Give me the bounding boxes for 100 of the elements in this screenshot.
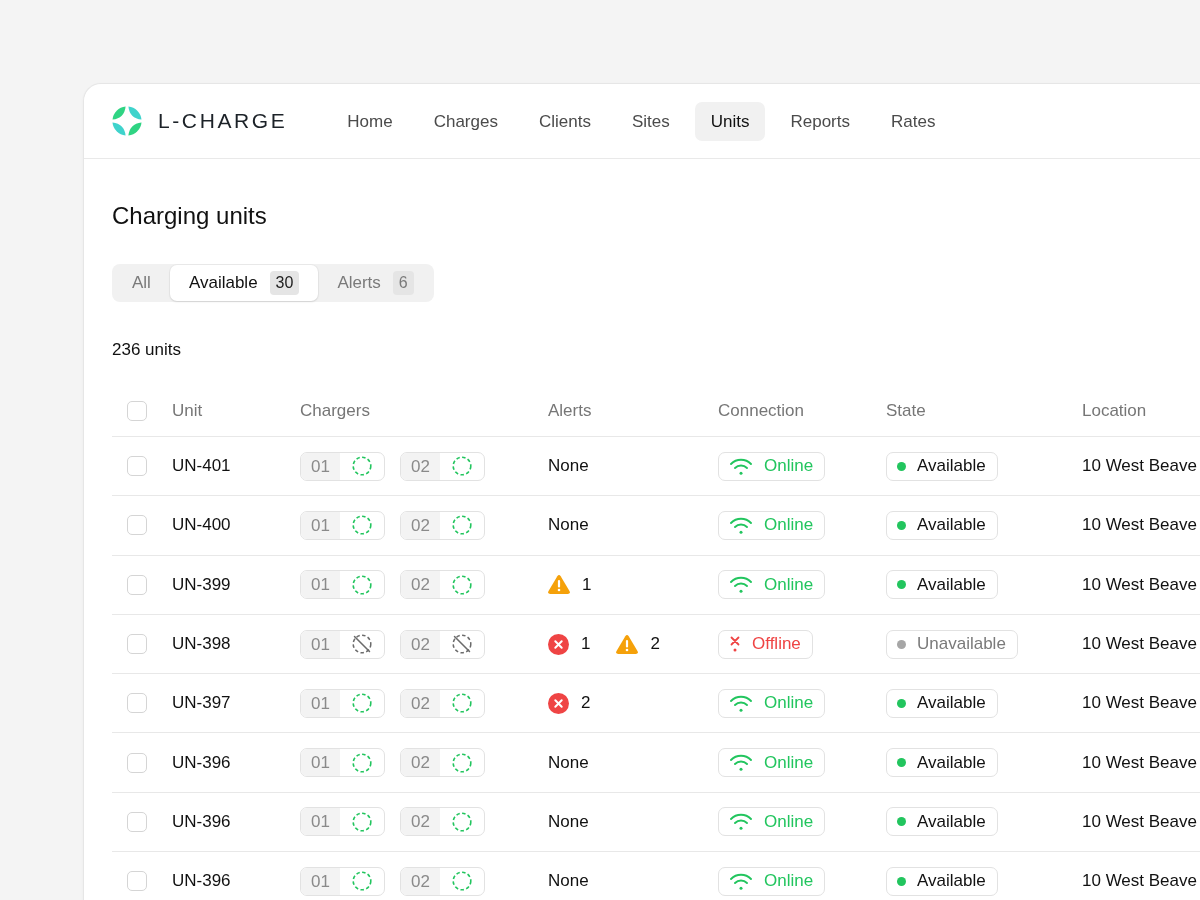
charger-number: 01: [301, 511, 340, 539]
state-label: Available: [917, 515, 986, 536]
error-icon: [548, 633, 569, 655]
alert-count: 2: [581, 693, 591, 714]
wifi-icon: [730, 576, 752, 594]
dashed-circle-icon: [352, 693, 372, 714]
charger-number: 02: [401, 571, 440, 599]
connection-label: Online: [764, 871, 814, 892]
unit-id: UN-396: [172, 811, 231, 832]
connection-label: Online: [764, 574, 814, 595]
dashed-circle-icon: [352, 811, 372, 832]
unit-id: UN-398: [172, 634, 231, 655]
row-checkbox[interactable]: [127, 634, 147, 655]
charger-number: 01: [301, 808, 340, 836]
row-checkbox[interactable]: [127, 515, 147, 536]
unit-id: UN-397: [172, 693, 231, 714]
dashed-circle-icon: [352, 871, 372, 892]
unit-id: UN-399: [172, 574, 231, 595]
warning-icon: [548, 575, 570, 595]
charger-number: 02: [401, 630, 440, 658]
location-text: 10 West Beave: [1082, 693, 1197, 714]
row-checkbox[interactable]: [127, 811, 147, 832]
status-dot-icon: [897, 876, 906, 886]
connection-label: Online: [764, 811, 814, 832]
filter-tab[interactable]: Available 30: [169, 265, 319, 301]
count-badge: 30: [269, 271, 300, 295]
brand-name: L-CHARGE: [158, 109, 288, 133]
crossed-dashed-circle-icon: [452, 634, 472, 655]
alerts-text: None: [548, 811, 589, 832]
charger-number: 02: [401, 511, 440, 539]
status-dot-icon: [897, 758, 906, 768]
connection-label: Online: [764, 456, 814, 477]
column-header: Location: [1082, 401, 1147, 421]
filter-tab[interactable]: All: [113, 265, 170, 301]
unit-id: UN-396: [172, 871, 231, 892]
column-header: Unit: [172, 401, 203, 421]
state-label: Available: [917, 574, 986, 595]
dashed-circle-icon: [452, 456, 472, 477]
dashed-circle-icon: [452, 752, 472, 773]
filter-tab[interactable]: Alerts 6: [318, 265, 433, 301]
charger-number: 02: [401, 808, 440, 836]
location-text: 10 West Beave: [1082, 811, 1197, 832]
column-header: State: [886, 401, 926, 421]
charger-number: 01: [301, 630, 340, 658]
row-checkbox[interactable]: [127, 752, 147, 773]
state-label: Available: [917, 811, 986, 832]
status-dot-icon: [897, 698, 906, 708]
connection-label: Online: [764, 693, 814, 714]
connection-label: Offline: [752, 634, 801, 655]
dashed-circle-icon: [352, 456, 372, 477]
error-icon: [548, 692, 569, 714]
status-dot-icon: [897, 580, 906, 590]
location-text: 10 West Beave: [1082, 871, 1197, 892]
select-all-checkbox[interactable]: [127, 401, 147, 421]
location-text: 10 West Beave: [1082, 515, 1197, 536]
crossed-dashed-circle-icon: [352, 634, 372, 655]
row-checkbox[interactable]: [127, 456, 147, 477]
state-label: Available: [917, 456, 986, 477]
dashed-circle-icon: [352, 752, 372, 773]
charger-number: 02: [401, 452, 440, 480]
dashed-circle-icon: [452, 693, 472, 714]
nav-tab[interactable]: Sites: [615, 101, 686, 141]
warning-icon: [616, 634, 639, 654]
nav-tab[interactable]: Units: [694, 101, 766, 141]
unit-id: UN-396: [172, 752, 231, 773]
nav-tab[interactable]: Charges: [417, 101, 514, 141]
location-text: 10 West Beave: [1082, 456, 1197, 477]
alert-count: 1: [582, 574, 592, 595]
location-text: 10 West Beave: [1082, 752, 1197, 773]
charger-number: 01: [301, 452, 340, 480]
nav-tab[interactable]: Home: [331, 101, 409, 141]
connection-label: Online: [764, 515, 814, 536]
wifi-icon: [730, 872, 752, 890]
dashed-circle-icon: [452, 811, 472, 832]
row-checkbox[interactable]: [127, 693, 147, 714]
wifi-icon: [730, 694, 752, 712]
wifi-icon: [730, 457, 752, 475]
charger-number: 01: [301, 571, 340, 599]
charger-number: 02: [401, 689, 440, 717]
logo-icon: [112, 106, 142, 136]
charger-number: 01: [301, 749, 340, 777]
nav-tab[interactable]: Rates: [875, 101, 952, 141]
row-checkbox[interactable]: [127, 871, 147, 892]
row-checkbox[interactable]: [127, 574, 147, 595]
nav-tab[interactable]: Clients: [522, 101, 607, 141]
status-dot-icon: [897, 817, 906, 827]
connection-label: Online: [764, 752, 814, 773]
wifi-icon: [730, 813, 752, 831]
column-header: Alerts: [548, 401, 592, 421]
status-dot-icon: [897, 461, 906, 471]
wifi-off-icon: [730, 636, 740, 653]
charger-number: 01: [301, 689, 340, 717]
alert-count: 2: [650, 634, 660, 655]
state-label: Available: [917, 693, 986, 714]
state-label: Unavailable: [917, 634, 1006, 655]
nav-tab[interactable]: Reports: [774, 101, 866, 141]
charger-number: 02: [401, 749, 440, 777]
location-text: 10 West Beave: [1082, 574, 1197, 595]
location-text: 10 West Beave: [1082, 634, 1197, 655]
alerts-text: None: [548, 515, 589, 536]
